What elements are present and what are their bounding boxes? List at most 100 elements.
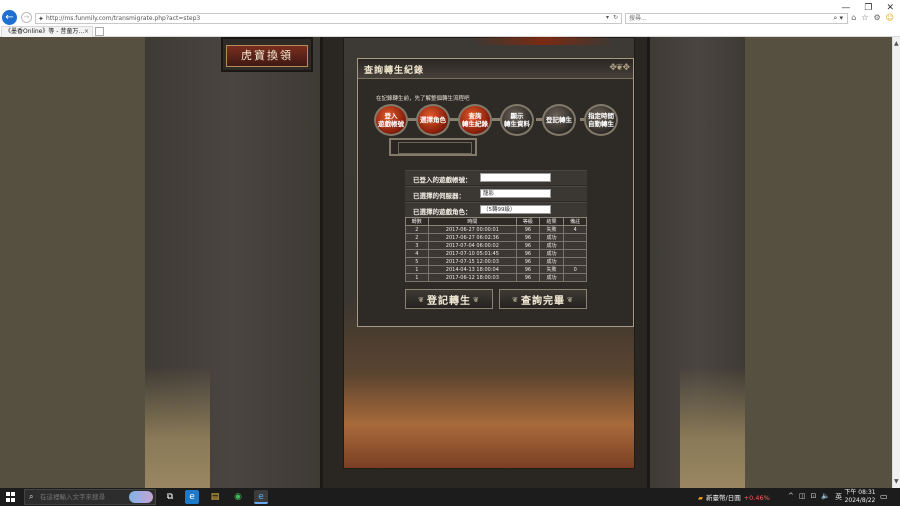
step-select-character[interactable]: 選擇角色: [416, 104, 450, 136]
register-label: 登記轉生: [427, 295, 471, 307]
window-controls: — ❐ ✕: [841, 3, 894, 13]
volume-icon[interactable]: 🔈: [821, 492, 830, 502]
step-scheduled[interactable]: 指定時間 自動轉生: [584, 104, 618, 136]
favorites-star-icon[interactable]: ☆: [861, 13, 868, 22]
system-tray: ^ ◫ ⊡ 🔈 英: [788, 492, 842, 502]
server-field: 龍影: [480, 189, 551, 198]
table-row: 1 2017-06-12 18:00:03 96 成功: [405, 273, 587, 282]
process-steps: 登入 遊戲帳號 選擇角色 查詢 轉生紀錄 顯示 轉生資料 登記轉生 指定時間 自…: [374, 104, 632, 136]
tab-row: 《墨香Online》等 - 昔童万… ×: [0, 26, 900, 37]
ornament-icon: ❦: [512, 294, 519, 304]
browser-tab[interactable]: 《墨香Online》等 - 昔童万… ×: [1, 26, 93, 37]
search-icon[interactable]: ⌕ ▾: [833, 14, 843, 23]
col-note: 備註: [563, 217, 587, 226]
ornament-icon: ❦: [473, 294, 480, 304]
notification-icon[interactable]: ▭: [880, 492, 888, 501]
address-bar-icons: ▾ ↻: [606, 14, 618, 21]
vertical-scrollbar[interactable]: ▲ ▼: [892, 37, 900, 488]
back-button[interactable]: ←: [2, 10, 17, 25]
step-label: 指定時間 自動轉生: [588, 112, 614, 128]
chrome-icon[interactable]: ◉: [231, 490, 245, 504]
step-login[interactable]: 登入 遊戲帳號: [374, 104, 408, 136]
close-icon[interactable]: ✕: [886, 3, 894, 13]
current-step-indicator: [389, 138, 477, 156]
cell: 失敗: [538, 225, 565, 234]
tray-expand-icon[interactable]: ^: [788, 492, 794, 502]
cell: 成功: [538, 257, 565, 266]
stock-label: 新臺幣/日圓: [706, 494, 741, 502]
step-query-record[interactable]: 查詢 轉生紀錄: [458, 104, 492, 136]
settings-gear-icon[interactable]: ⚙: [873, 13, 880, 22]
cell: [563, 241, 587, 250]
taskbar: ⌕ ⧉ e ▤ ◉ e ▰新臺幣/日圓+0.46% ^ ◫ ⊡ 🔈 英 下午 0…: [0, 488, 900, 506]
cell: 5: [405, 257, 429, 266]
stock-change: +0.46%: [743, 494, 770, 502]
clock-time: 下午 08:31: [844, 489, 876, 496]
camera-icon[interactable]: ◫: [799, 492, 806, 502]
step-show-data[interactable]: 顯示 轉生資料: [500, 104, 534, 136]
task-view-icon[interactable]: ⧉: [163, 490, 177, 504]
clock-date: 2024/8/22: [844, 497, 876, 504]
exchange-button[interactable]: 虎寶換領: [226, 45, 308, 67]
cell: [563, 249, 587, 258]
cell: 2017-06-12 18:00:03: [427, 273, 518, 282]
cell: 成功: [538, 249, 565, 258]
clock[interactable]: 下午 08:31 2024/8/22: [842, 489, 878, 505]
home-icon[interactable]: ⌂: [851, 13, 856, 22]
cell: [563, 233, 587, 242]
ornament-icon: ❦: [567, 294, 574, 304]
cell: 96: [516, 257, 540, 266]
browser-search-box[interactable]: ⌕ ▾: [625, 13, 848, 24]
character-row: 已選擇的遊戲角色： （5轉99級）: [405, 202, 587, 217]
account-field: [480, 173, 551, 182]
edge-icon[interactable]: e: [185, 490, 199, 504]
taskbar-search[interactable]: ⌕: [24, 489, 156, 505]
cell: 2: [405, 233, 429, 242]
tab-close-icon[interactable]: ×: [84, 27, 89, 37]
cell: 2017-07-10 05:01:45: [427, 249, 518, 258]
scroll-down-icon[interactable]: ▼: [894, 478, 899, 485]
minimize-icon[interactable]: —: [841, 3, 850, 13]
address-dropdown-icon[interactable]: ▾: [606, 14, 609, 21]
cell: 96: [516, 265, 540, 274]
restore-icon[interactable]: ❐: [864, 3, 872, 13]
new-tab-button[interactable]: [95, 27, 104, 36]
cell: [563, 273, 587, 282]
feedback-smiley-icon[interactable]: ☺: [886, 13, 894, 22]
table-header-row: 轉數 時間 等級 結果 備註: [405, 217, 587, 226]
col-result: 結果: [538, 217, 565, 226]
transmigrate-panel: 查詢轉生紀錄 ✥❦✥ 在記錄轉生前，先了解整個轉生流程吧 登入 遊戲帳號 選擇角…: [357, 58, 634, 327]
scroll-up-icon[interactable]: ▲: [894, 40, 899, 47]
address-bar[interactable]: ✦ ▾ ↻: [35, 13, 622, 24]
table-row: 1 2014-04-13 18:00:04 96 失敗 0: [405, 265, 587, 274]
table-row: 3 2017-07-04 06:00:02 96 成功: [405, 241, 587, 250]
step-label: 查詢 轉生紀錄: [462, 112, 488, 128]
step-label: 登入 遊戲帳號: [378, 112, 404, 128]
taskbar-search-input[interactable]: [40, 492, 130, 502]
cell: 1: [405, 265, 429, 274]
cell: 4: [563, 225, 587, 234]
account-label: 已登入的遊戲帳號：: [413, 176, 472, 184]
url-input[interactable]: [46, 14, 596, 23]
windows-start-icon[interactable]: [6, 492, 16, 502]
stock-widget[interactable]: ▰ 新臺幣/日圓 +0.46%: [698, 492, 770, 502]
search-icon: ⌕: [29, 492, 34, 501]
browser-toolbar-icons: ⌂ ☆ ⚙ ☺: [851, 13, 894, 22]
step-register[interactable]: 登記轉生: [542, 104, 576, 136]
cell: 1: [405, 273, 429, 282]
browser-search-input[interactable]: [629, 14, 819, 23]
register-transmigrate-button[interactable]: ❦ 登記轉生 ❦: [405, 289, 493, 309]
refresh-icon[interactable]: ↻: [613, 14, 618, 21]
finish-query-button[interactable]: ❦ 查詢完畢 ❦: [499, 289, 587, 309]
ornament-icon: ❦: [418, 294, 425, 304]
network-icon[interactable]: ⊡: [811, 492, 817, 502]
character-label: 已選擇的遊戲角色：: [413, 208, 472, 216]
character-field: （5轉99級）: [480, 205, 551, 214]
internet-explorer-icon[interactable]: e: [254, 490, 268, 504]
site-favicon-icon: ✦: [38, 15, 44, 23]
forward-button[interactable]: →: [21, 12, 32, 23]
file-explorer-icon[interactable]: ▤: [208, 490, 222, 504]
search-highlight-icon: [129, 491, 153, 503]
cell: 96: [516, 233, 540, 242]
cell: [563, 257, 587, 266]
